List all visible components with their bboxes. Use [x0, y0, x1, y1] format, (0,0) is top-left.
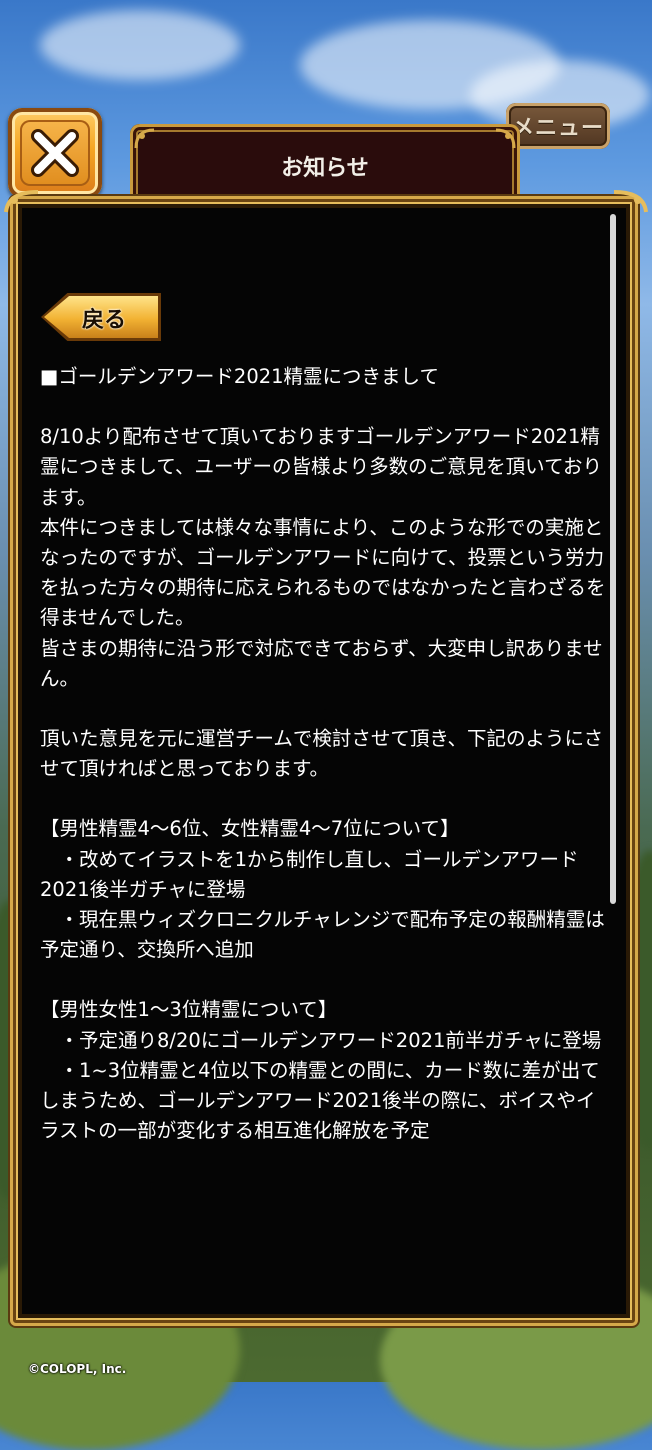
page-title: お知らせ [281, 156, 369, 181]
scrollbar-thumb[interactable] [610, 214, 616, 904]
title-plaque: お知らせ [130, 124, 520, 204]
ornament-icon [134, 128, 155, 149]
close-x-icon [20, 120, 90, 186]
list-item: ・1~3位精霊と4位以下の精霊との間に、カード数に差が出てしまうため、ゴールデン… [40, 1058, 600, 1143]
back-button-label: 戻る [82, 308, 127, 333]
ornament-icon [495, 128, 516, 149]
notice-paragraph: 頂いた意見を元に運営チームで検討させて頂き、下記のようにさせて頂ければと思ってお… [40, 727, 604, 781]
ornament-icon [613, 190, 648, 213]
list-item: ・改めてイラストを1から制作し直し、ゴールデンアワード2021後半ガチャに登場 [40, 847, 579, 901]
list-item: ・現在黒ウィズクロニクルチャレンジで配布予定の報酬精霊は予定通り、交換所へ追加 [40, 908, 605, 962]
back-button[interactable]: 戻る [41, 293, 161, 341]
ornament-icon [4, 190, 39, 213]
menu-button[interactable]: メニュー [506, 103, 610, 149]
list-item: ・予定通り8/20にゴールデンアワード2021前半ガチャに登場 [40, 1028, 602, 1052]
notice-heading: ■ゴールデンアワード2021精霊につきまして [40, 365, 439, 388]
section-title: 【男性女性1～3位精霊について】 [40, 998, 338, 1022]
close-button[interactable] [8, 108, 102, 198]
notice-content: ■ゴールデンアワード2021精霊につきまして 8/10より配布させて頂いておりま… [40, 362, 606, 1146]
notice-paragraph: 8/10より配布させて頂いておりますゴールデンアワード2021精霊につきまして、… [40, 425, 606, 690]
copyright-text: ©COLOPL, Inc. [28, 1362, 127, 1376]
section-title: 【男性精霊4～6位、女性精霊4～7位について】 [40, 817, 460, 841]
